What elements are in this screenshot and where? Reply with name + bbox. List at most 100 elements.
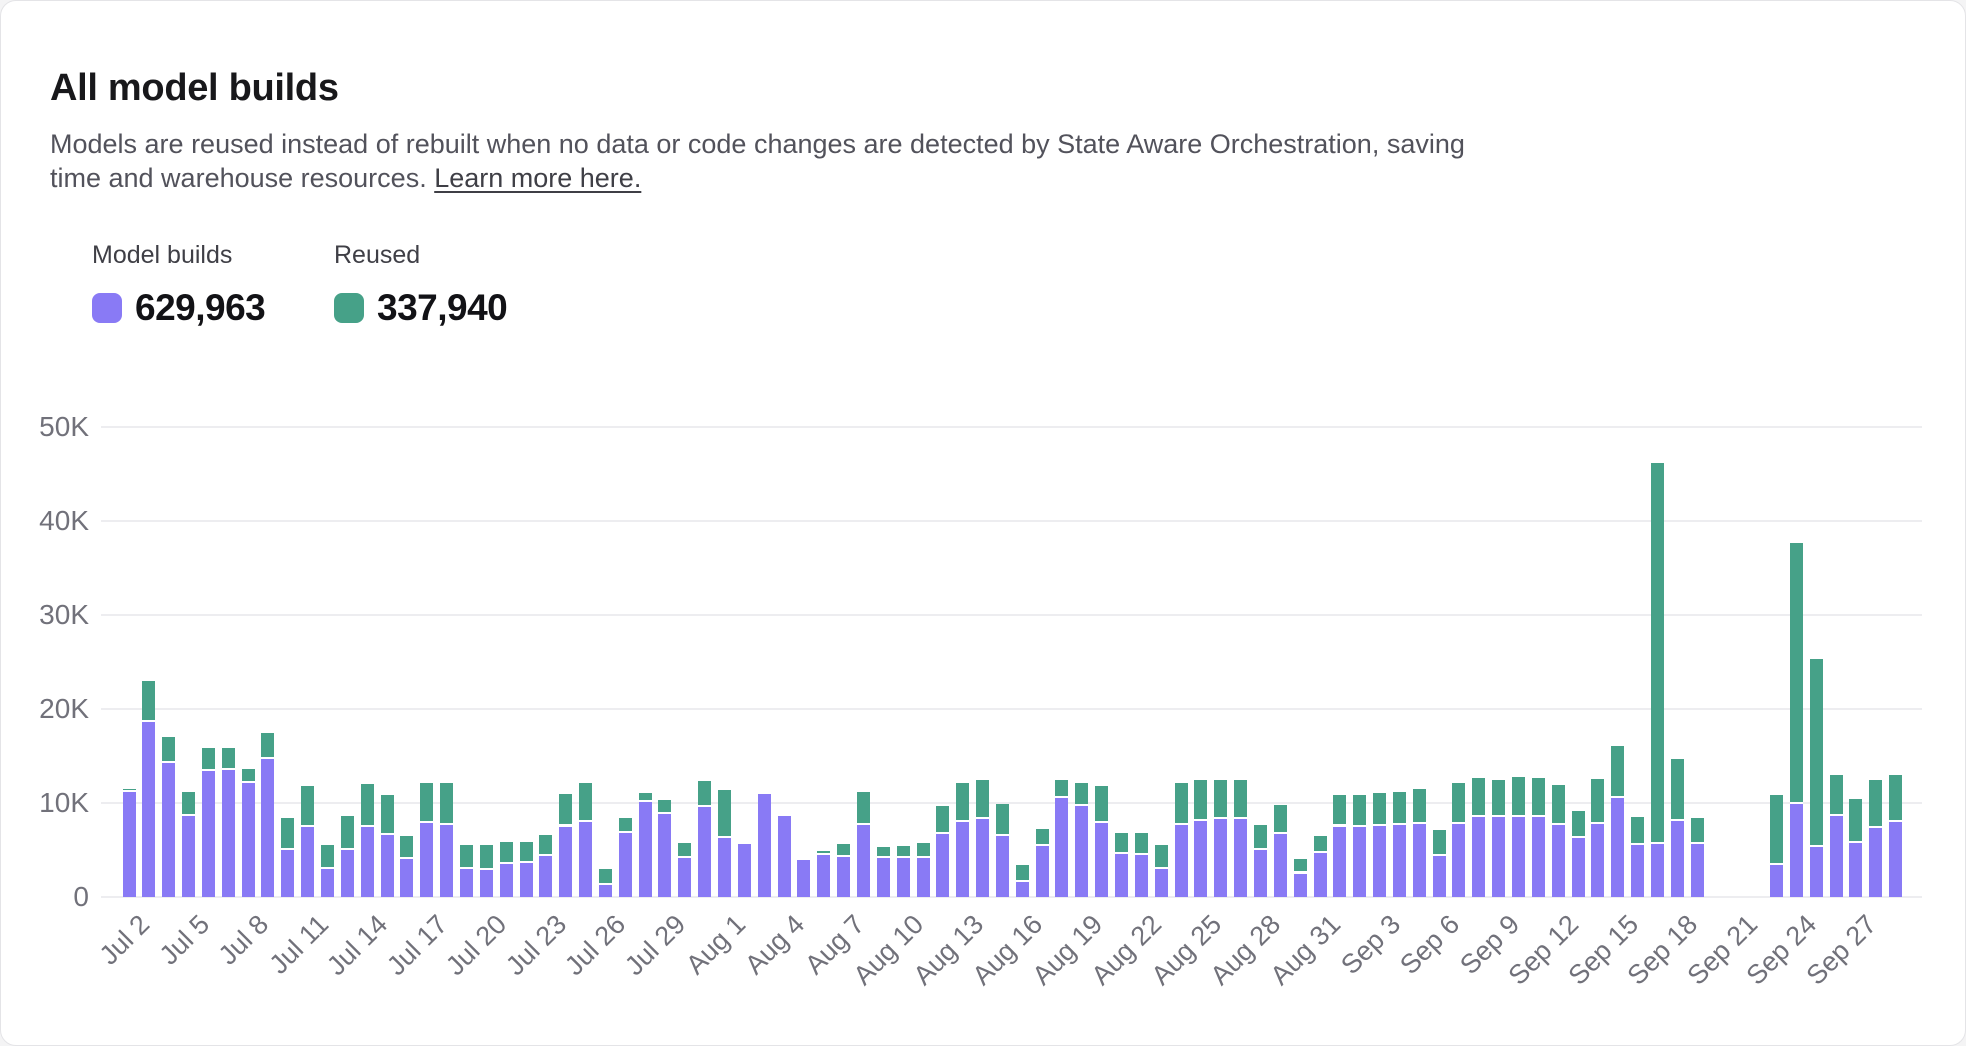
bar-reused-segment[interactable] — [996, 804, 1009, 836]
bar-reused-segment[interactable] — [1274, 805, 1287, 834]
bar-model-builds-segment[interactable] — [678, 858, 691, 897]
bar-reused-segment[interactable] — [182, 792, 195, 816]
bar-reused-segment[interactable] — [599, 869, 612, 885]
bar-reused-segment[interactable] — [718, 790, 731, 838]
bar-model-builds-segment[interactable] — [321, 869, 334, 897]
bar-model-builds-segment[interactable] — [1631, 845, 1644, 897]
bar-model-builds-segment[interactable] — [1095, 823, 1108, 897]
bar-model-builds-segment[interactable] — [1055, 798, 1068, 897]
bar-model-builds-segment[interactable] — [1512, 817, 1525, 897]
bar-reused-segment[interactable] — [420, 783, 433, 822]
bar-reused-segment[interactable] — [1353, 795, 1366, 827]
bar-reused-segment[interactable] — [1810, 659, 1823, 847]
bar-model-builds-segment[interactable] — [579, 822, 592, 897]
bar-reused-segment[interactable] — [917, 843, 930, 858]
bar-reused-segment[interactable] — [1532, 778, 1545, 817]
bar-reused-segment[interactable] — [1155, 845, 1168, 869]
bar-reused-segment[interactable] — [1075, 783, 1088, 806]
bar-reused-segment[interactable] — [1254, 825, 1267, 850]
bar-model-builds-segment[interactable] — [1333, 827, 1346, 898]
bar-model-builds-segment[interactable] — [123, 792, 136, 897]
bar-reused-segment[interactable] — [877, 847, 890, 858]
bar-reused-segment[interactable] — [480, 845, 493, 869]
bar-model-builds-segment[interactable] — [1611, 798, 1624, 897]
bar-model-builds-segment[interactable] — [1135, 855, 1148, 897]
bar-model-builds-segment[interactable] — [897, 858, 910, 897]
bar-model-builds-segment[interactable] — [857, 825, 870, 897]
bar-model-builds-segment[interactable] — [400, 859, 413, 897]
bar-model-builds-segment[interactable] — [1790, 804, 1803, 897]
bar-reused-segment[interactable] — [222, 748, 235, 770]
bar-reused-segment[interactable] — [976, 780, 989, 819]
bar-reused-segment[interactable] — [1373, 793, 1386, 826]
bar-model-builds-segment[interactable] — [1294, 874, 1307, 898]
bar-model-builds-segment[interactable] — [301, 827, 314, 897]
bar-model-builds-segment[interactable] — [539, 856, 552, 897]
bar-model-builds-segment[interactable] — [1770, 865, 1783, 897]
bar-model-builds-segment[interactable] — [242, 783, 255, 897]
bar-reused-segment[interactable] — [678, 843, 691, 857]
bar-model-builds-segment[interactable] — [1234, 819, 1247, 897]
bar-reused-segment[interactable] — [1849, 799, 1862, 843]
bar-model-builds-segment[interactable] — [520, 863, 533, 897]
bar-model-builds-segment[interactable] — [599, 885, 612, 897]
bar-model-builds-segment[interactable] — [639, 802, 652, 897]
bar-reused-segment[interactable] — [1889, 775, 1902, 822]
bar-model-builds-segment[interactable] — [936, 834, 949, 897]
bar-model-builds-segment[interactable] — [182, 816, 195, 897]
bar-reused-segment[interactable] — [142, 681, 155, 722]
bar-model-builds-segment[interactable] — [381, 835, 394, 897]
bar-model-builds-segment[interactable] — [778, 816, 791, 897]
bar-reused-segment[interactable] — [1036, 829, 1049, 846]
bar-model-builds-segment[interactable] — [1691, 844, 1704, 897]
bar-reused-segment[interactable] — [1294, 859, 1307, 873]
bar-reused-segment[interactable] — [520, 842, 533, 864]
bar-reused-segment[interactable] — [1790, 543, 1803, 804]
bar-reused-segment[interactable] — [1611, 746, 1624, 799]
bar-model-builds-segment[interactable] — [1671, 821, 1684, 897]
bar-model-builds-segment[interactable] — [956, 822, 969, 897]
bar-model-builds-segment[interactable] — [440, 825, 453, 897]
bar-reused-segment[interactable] — [242, 769, 255, 783]
bar-model-builds-segment[interactable] — [480, 870, 493, 897]
bar-reused-segment[interactable] — [381, 795, 394, 834]
bar-model-builds-segment[interactable] — [281, 850, 294, 897]
bar-reused-segment[interactable] — [123, 789, 136, 792]
bar-model-builds-segment[interactable] — [976, 819, 989, 897]
bar-reused-segment[interactable] — [301, 786, 314, 827]
bar-model-builds-segment[interactable] — [1472, 817, 1485, 897]
bar-reused-segment[interactable] — [1234, 780, 1247, 819]
bar-reused-segment[interactable] — [1591, 779, 1604, 824]
bar-reused-segment[interactable] — [1671, 759, 1684, 821]
bar-reused-segment[interactable] — [281, 818, 294, 850]
bar-reused-segment[interactable] — [956, 783, 969, 822]
bar-reused-segment[interactable] — [1433, 830, 1446, 855]
bar-reused-segment[interactable] — [1135, 833, 1148, 855]
bar-reused-segment[interactable] — [341, 816, 354, 850]
bar-reused-segment[interactable] — [440, 783, 453, 824]
bar-model-builds-segment[interactable] — [1016, 882, 1029, 897]
bar-reused-segment[interactable] — [460, 845, 473, 869]
bar-model-builds-segment[interactable] — [559, 827, 572, 898]
bar-reused-segment[interactable] — [1770, 795, 1783, 865]
bar-reused-segment[interactable] — [1869, 780, 1882, 829]
bar-reused-segment[interactable] — [817, 851, 830, 855]
bar-reused-segment[interactable] — [1512, 777, 1525, 817]
bar-reused-segment[interactable] — [639, 793, 652, 802]
bar-model-builds-segment[interactable] — [1452, 824, 1465, 897]
bar-reused-segment[interactable] — [559, 794, 572, 827]
bar-reused-segment[interactable] — [698, 781, 711, 806]
bar-reused-segment[interactable] — [1552, 785, 1565, 824]
bar-reused-segment[interactable] — [202, 748, 215, 772]
bar-reused-segment[interactable] — [321, 845, 334, 869]
bar-model-builds-segment[interactable] — [738, 844, 751, 897]
bar-model-builds-segment[interactable] — [1572, 838, 1585, 897]
bar-reused-segment[interactable] — [1055, 780, 1068, 798]
bar-model-builds-segment[interactable] — [460, 869, 473, 897]
bar-model-builds-segment[interactable] — [1413, 824, 1426, 897]
bar-model-builds-segment[interactable] — [162, 763, 175, 897]
bar-model-builds-segment[interactable] — [1552, 825, 1565, 897]
bar-model-builds-segment[interactable] — [500, 864, 513, 897]
bar-reused-segment[interactable] — [897, 846, 910, 858]
bar-reused-segment[interactable] — [1413, 789, 1426, 824]
